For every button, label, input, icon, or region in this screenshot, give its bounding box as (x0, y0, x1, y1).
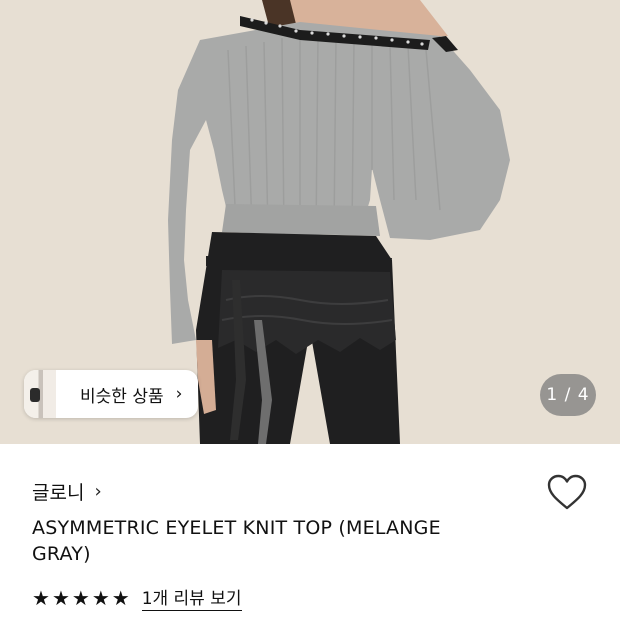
image-counter: 1 / 4 (540, 374, 596, 416)
star-filled-icon: ★ (111, 585, 130, 610)
brand-name: 글로니 (32, 482, 85, 504)
rating-row: ★ ★ ★ ★ ★ 1개 리뷰 보기 (32, 584, 242, 611)
similar-products-thumbnail (24, 370, 56, 418)
review-link[interactable]: 1개 리뷰 보기 (141, 584, 242, 611)
star-filled-icon: ★ (51, 585, 70, 610)
brand-link[interactable]: 글로니 › (32, 478, 102, 505)
similar-products-button[interactable]: 비슷한 상품 › (24, 370, 198, 418)
chevron-right-icon: › (175, 384, 183, 404)
product-title: ASYMMETRIC EYELET KNIT TOP (MELANGE GRAY… (32, 517, 441, 565)
similar-products-label: 비슷한 상품 (80, 386, 164, 407)
star-filled-icon: ★ (91, 585, 110, 610)
heart-outline-icon[interactable] (546, 472, 588, 512)
chevron-right-icon: › (94, 481, 102, 502)
rating-stars: ★ ★ ★ ★ ★ (32, 588, 132, 608)
star-filled-icon: ★ (71, 585, 90, 610)
product-image-gallery[interactable]: 비슷한 상품 › 1 / 4 (0, 0, 620, 444)
star-filled-icon: ★ (32, 585, 50, 610)
